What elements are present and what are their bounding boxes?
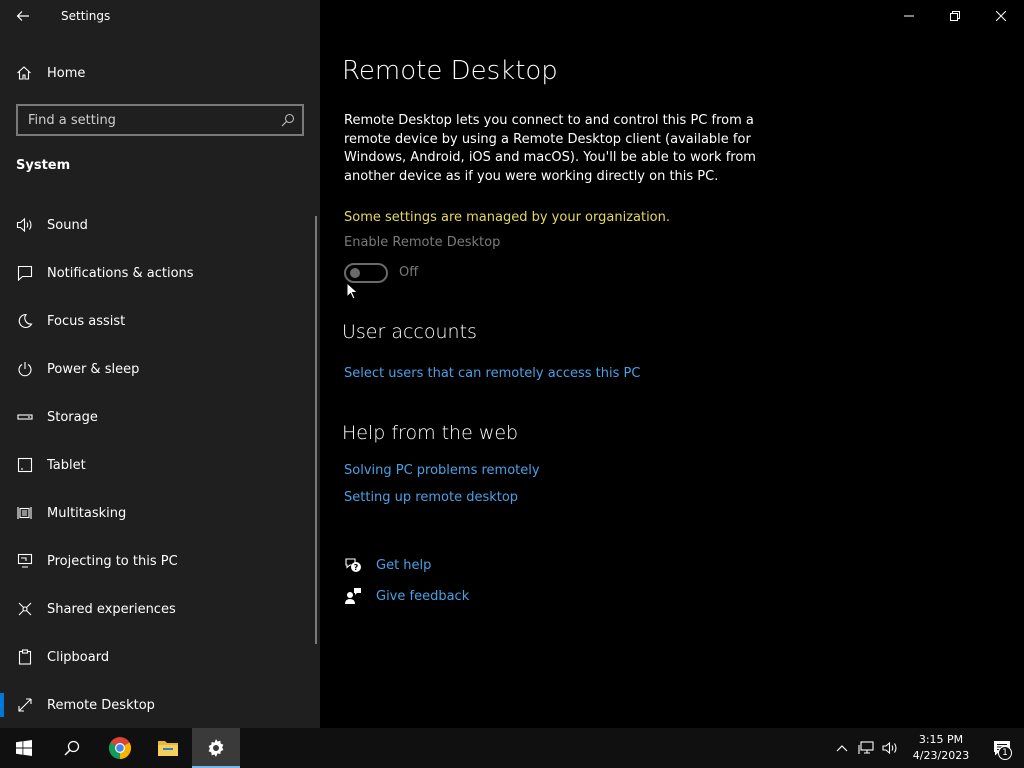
action-center-button[interactable]: 1 bbox=[980, 728, 1024, 768]
search-taskbar-button[interactable] bbox=[48, 728, 96, 768]
toggle-state-label: Off bbox=[399, 265, 419, 280]
show-hidden-icons-button[interactable] bbox=[830, 728, 854, 768]
close-button[interactable] bbox=[978, 0, 1024, 32]
svg-text:?: ? bbox=[354, 563, 359, 572]
enable-remote-desktop-toggle[interactable] bbox=[344, 263, 388, 283]
get-help-row[interactable]: ? Get help bbox=[344, 556, 431, 574]
taskbar: 3:15 PM 4/23/2023 1 bbox=[0, 728, 1024, 768]
enable-remote-desktop-label: Enable Remote Desktop bbox=[344, 235, 501, 250]
sidebar-item-label: Projecting to this PC bbox=[47, 553, 178, 569]
sidebar-item-label: Shared experiences bbox=[47, 601, 176, 617]
title-bar: Settings bbox=[0, 0, 320, 32]
sidebar-item-focus-assist[interactable]: Focus assist bbox=[0, 297, 320, 345]
sidebar-item-storage[interactable]: Storage bbox=[0, 393, 320, 441]
section-title: System bbox=[16, 158, 71, 173]
storage-icon bbox=[16, 408, 34, 426]
power-icon bbox=[16, 360, 34, 378]
give-feedback-link[interactable]: Give feedback bbox=[376, 589, 469, 604]
chat-bubble-icon bbox=[16, 264, 34, 282]
remote-desktop-icon bbox=[16, 696, 34, 714]
managed-notice: Some settings are managed by your organi… bbox=[344, 210, 671, 225]
home-label: Home bbox=[47, 65, 86, 81]
sidebar-item-label: Clipboard bbox=[47, 649, 110, 665]
sidebar: Settings Home System Sound Notifications… bbox=[0, 0, 320, 728]
clock-time: 3:15 PM bbox=[918, 733, 964, 746]
settings-taskbar-button[interactable] bbox=[192, 728, 240, 768]
home-icon bbox=[17, 66, 31, 80]
sidebar-item-notifications[interactable]: Notifications & actions bbox=[0, 249, 320, 297]
search-icon bbox=[64, 740, 80, 756]
help-heading: Help from the web bbox=[342, 422, 519, 444]
sidebar-item-label: Multitasking bbox=[47, 505, 127, 521]
select-users-link[interactable]: Select users that can remotely access th… bbox=[344, 366, 640, 381]
chevron-up-icon bbox=[836, 745, 848, 752]
mouse-cursor-icon bbox=[346, 282, 358, 300]
get-help-link[interactable]: Get help bbox=[376, 558, 431, 573]
home-nav-item[interactable]: Home bbox=[0, 56, 320, 90]
window-caption-buttons bbox=[886, 0, 1024, 32]
volume-button[interactable] bbox=[878, 728, 902, 768]
sidebar-item-shared-experiences[interactable]: Shared experiences bbox=[0, 585, 320, 633]
sidebar-item-projecting[interactable]: Projecting to this PC bbox=[0, 537, 320, 585]
sidebar-item-label: Tablet bbox=[47, 457, 86, 473]
close-icon bbox=[996, 11, 1006, 21]
folder-icon bbox=[158, 741, 178, 756]
network-icon bbox=[858, 741, 874, 754]
restore-icon bbox=[950, 11, 960, 21]
sidebar-scrollbar[interactable] bbox=[315, 216, 317, 644]
chrome-taskbar-button[interactable] bbox=[96, 728, 144, 768]
windows-logo-icon bbox=[16, 740, 32, 756]
search-box[interactable] bbox=[16, 104, 304, 136]
sidebar-item-tablet[interactable]: Tablet bbox=[0, 441, 320, 489]
window-title: Settings bbox=[61, 9, 111, 23]
restore-button[interactable] bbox=[932, 0, 978, 32]
multitasking-icon bbox=[16, 504, 34, 522]
sidebar-item-sound[interactable]: Sound bbox=[0, 201, 320, 249]
sidebar-item-label: Focus assist bbox=[47, 313, 126, 329]
search-icon[interactable] bbox=[274, 113, 302, 127]
network-button[interactable] bbox=[854, 728, 878, 768]
system-tray: 3:15 PM 4/23/2023 1 bbox=[830, 728, 1024, 768]
shared-icon bbox=[16, 600, 34, 618]
give-feedback-row[interactable]: Give feedback bbox=[344, 587, 469, 605]
minimize-icon bbox=[904, 15, 914, 17]
notification-count-badge: 1 bbox=[998, 746, 1012, 760]
sidebar-item-power-sleep[interactable]: Power & sleep bbox=[0, 345, 320, 393]
sidebar-item-label: Storage bbox=[47, 409, 98, 425]
sidebar-item-label: Sound bbox=[47, 217, 88, 233]
feedback-icon bbox=[344, 587, 362, 605]
minimize-button[interactable] bbox=[886, 0, 932, 32]
sidebar-item-label: Notifications & actions bbox=[47, 265, 194, 281]
clipboard-icon bbox=[16, 648, 34, 666]
sidebar-item-label: Power & sleep bbox=[47, 361, 140, 377]
speaker-icon bbox=[16, 216, 34, 234]
sidebar-item-clipboard[interactable]: Clipboard bbox=[0, 633, 320, 681]
gear-icon bbox=[208, 739, 224, 757]
speaker-icon bbox=[882, 741, 897, 755]
file-explorer-taskbar-button[interactable] bbox=[144, 728, 192, 768]
tablet-icon bbox=[16, 456, 34, 474]
help-link-setting-up-remote-desktop[interactable]: Setting up remote desktop bbox=[344, 490, 518, 505]
description-text: Remote Desktop lets you connect to and c… bbox=[344, 113, 756, 184]
settings-window: Settings Home System Sound Notifications… bbox=[0, 0, 1024, 728]
back-button[interactable] bbox=[0, 0, 46, 32]
clock-date: 4/23/2023 bbox=[912, 749, 970, 762]
start-button[interactable] bbox=[0, 728, 48, 768]
page-title: Remote Desktop bbox=[342, 56, 558, 86]
sidebar-item-remote-desktop[interactable]: Remote Desktop bbox=[0, 681, 320, 729]
sidebar-nav: Sound Notifications & actions Focus assi… bbox=[0, 201, 320, 729]
moon-icon bbox=[16, 312, 34, 330]
get-help-icon: ? bbox=[344, 556, 362, 574]
search-input[interactable] bbox=[18, 112, 274, 128]
clock[interactable]: 3:15 PM 4/23/2023 bbox=[902, 732, 980, 764]
projector-icon bbox=[16, 552, 34, 570]
user-accounts-heading: User accounts bbox=[342, 321, 477, 343]
back-arrow-icon bbox=[16, 11, 29, 21]
chrome-icon bbox=[109, 737, 131, 759]
sidebar-item-multitasking[interactable]: Multitasking bbox=[0, 489, 320, 537]
toggle-knob bbox=[350, 268, 360, 278]
help-link-solving-pc-problems[interactable]: Solving PC problems remotely bbox=[344, 463, 540, 478]
sidebar-item-label: Remote Desktop bbox=[47, 697, 155, 713]
